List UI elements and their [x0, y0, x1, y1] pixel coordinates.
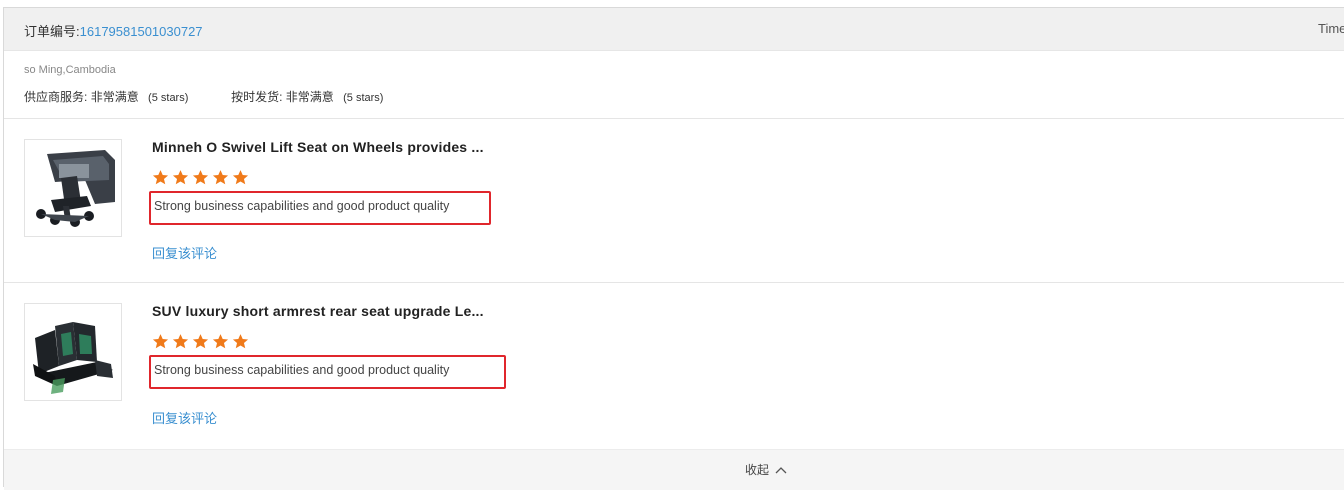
reply-review-link[interactable]: 回复该评论 [152, 408, 217, 427]
collapse-label: 收起 [745, 463, 770, 477]
product-thumbnail[interactable] [24, 303, 122, 401]
product-title[interactable]: Minneh O Swivel Lift Seat on Wheels prov… [152, 139, 484, 155]
star-icon [212, 170, 229, 185]
star-icon [212, 334, 229, 349]
star-icon [232, 170, 249, 185]
star-rating [152, 333, 249, 350]
order-header: 订单编号:16179581501030727 Time [4, 8, 1344, 51]
on-time-delivery-stars: (5 stars) [343, 92, 384, 104]
buyer-location: so Ming,Cambodia [24, 64, 116, 76]
review-text-highlight: Strong business capabilities and good pr… [149, 191, 491, 225]
product-image-swivel-seat [25, 140, 121, 236]
product-image-rear-seat [25, 304, 121, 400]
order-review-panel: 订单编号:16179581501030727 Time so Ming,Camb… [3, 7, 1344, 490]
review-text-highlight: Strong business capabilities and good pr… [149, 355, 506, 389]
supplier-service-value: 非常满意 [90, 90, 139, 104]
order-number-link[interactable]: 16179581501030727 [80, 24, 203, 39]
order-number-line: 订单编号:16179581501030727 [24, 21, 203, 40]
review-item: SUV luxury short armrest rear seat upgra… [4, 282, 1344, 442]
time-label: Time [1318, 21, 1344, 36]
panel-footer: 收起 [4, 449, 1344, 490]
star-icon [152, 334, 169, 349]
on-time-delivery-label: 按时发货: [231, 90, 283, 104]
reply-review-link[interactable]: 回复该评论 [152, 243, 217, 262]
on-time-delivery-value: 非常满意 [285, 90, 334, 104]
star-icon [192, 170, 209, 185]
star-icon [152, 170, 169, 185]
product-title[interactable]: SUV luxury short armrest rear seat upgra… [152, 303, 484, 319]
collapse-button[interactable]: 收起 [745, 461, 787, 478]
star-icon [172, 170, 189, 185]
supplier-ratings: 供应商服务: 非常满意 (5 stars) 按时发货: 非常满意 (5 star… [24, 88, 383, 105]
review-text: Strong business capabilities and good pr… [154, 363, 450, 377]
star-rating [152, 169, 249, 186]
star-icon [192, 334, 209, 349]
supplier-service-stars: (5 stars) [148, 92, 189, 104]
review-item: Minneh O Swivel Lift Seat on Wheels prov… [4, 118, 1344, 278]
star-icon [172, 334, 189, 349]
chevron-up-icon [775, 466, 787, 473]
order-number-label: 订单编号: [24, 24, 80, 39]
star-icon [232, 334, 249, 349]
review-text: Strong business capabilities and good pr… [154, 199, 450, 213]
supplier-service-label: 供应商服务: [24, 90, 88, 104]
product-thumbnail[interactable] [24, 139, 122, 237]
